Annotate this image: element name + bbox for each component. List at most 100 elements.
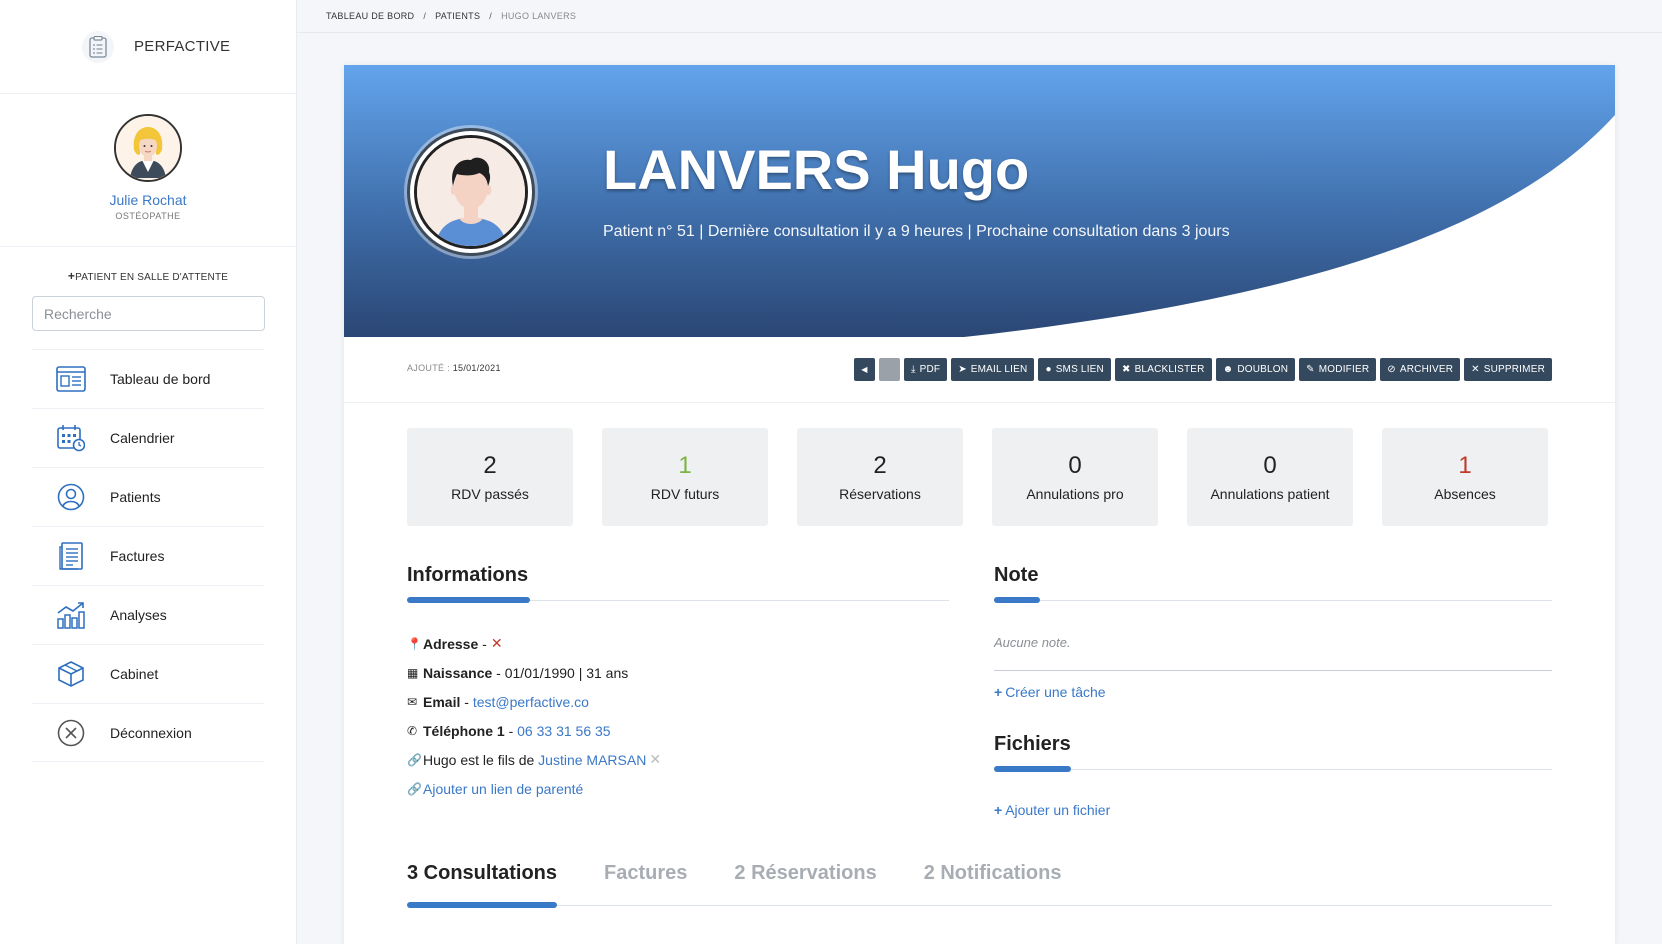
- informations-underline: [407, 597, 530, 603]
- stat-label: RDV futurs: [650, 486, 720, 502]
- sidebar-item-label: Analyses: [110, 607, 167, 623]
- note-empty-text[interactable]: Aucune note.: [994, 635, 1071, 650]
- link-icon: 🔗: [407, 781, 422, 796]
- tab-notifications[interactable]: 2 Notifications: [924, 862, 1062, 885]
- sidebar-item-invoices[interactable]: Factures: [32, 526, 264, 585]
- plus-icon: +: [994, 802, 1003, 818]
- stats-row: 2 RDV passés 1 RDV futurs 2 Réservations 0 A…: [407, 428, 1548, 526]
- brand[interactable]: PERFACTIVE: [0, 0, 296, 94]
- info-birth: ▦ Naissance - 01/01/1990 | 31 ans: [407, 664, 629, 681]
- edit-label: MODIFIER: [1318, 364, 1370, 375]
- email-link-label: EMAIL LIEN: [970, 364, 1028, 375]
- sidebar-item-dashboard[interactable]: Tableau de bord: [32, 349, 264, 408]
- email-link[interactable]: test@perfactive.co: [473, 694, 589, 710]
- phone-label: Téléphone 1: [423, 722, 505, 739]
- address-label: Adresse: [423, 635, 479, 652]
- email-link-button[interactable]: ➤ EMAIL LIEN: [951, 358, 1035, 381]
- delete-button[interactable]: ✕ SUPPRIMER: [1464, 358, 1552, 381]
- color-button[interactable]: [878, 358, 900, 381]
- info-address: 📍 Adresse - ✕: [407, 635, 503, 652]
- blacklist-button[interactable]: ✖ BLACKLISTER: [1114, 358, 1212, 381]
- sidebar-item-label: Calendrier: [110, 430, 175, 446]
- stat-value: 1: [678, 452, 692, 479]
- patient-card: LANVERS Hugo Patient n° 51 | Dernière co…: [344, 65, 1615, 944]
- added-label: AJOUTÉ :: [407, 363, 453, 373]
- sidebar-nav: Tableau de bord Calendrier Patients Fact…: [32, 349, 264, 762]
- breadcrumb-patients[interactable]: PATIENTS: [435, 11, 480, 21]
- breadcrumb-dashboard[interactable]: TABLEAU DE BORD: [326, 11, 414, 21]
- address-missing-icon: ✕: [490, 635, 503, 651]
- tab-invoices[interactable]: Factures: [604, 862, 687, 885]
- note-underline: [994, 597, 1040, 603]
- sidebar-item-patients[interactable]: Patients: [32, 467, 264, 526]
- info-phone: ✆ Téléphone 1 - 06 33 31 56 35: [407, 722, 611, 739]
- breadcrumb-separator: /: [489, 11, 493, 21]
- sidebar-item-calendar[interactable]: Calendrier: [32, 408, 264, 467]
- calendar-icon: [54, 421, 88, 455]
- relation-link[interactable]: Justine MARSAN: [538, 752, 646, 768]
- envelope-icon: ✉: [407, 694, 418, 709]
- action-toolbar: ◀ ⤓ PDF ➤ EMAIL LIEN ● SMS LIEN ✖ BLACKLISTE…: [853, 358, 1552, 381]
- box-icon: [54, 657, 88, 691]
- info-relation: 🔗 Hugo est le fils de Justine MARSAN ✕: [407, 745, 661, 774]
- email-label: Email: [423, 693, 461, 710]
- invoice-icon: [54, 539, 88, 573]
- pencil-icon: ✎: [1306, 364, 1315, 375]
- files-underline: [994, 766, 1071, 772]
- stat-value: 2: [483, 452, 497, 479]
- stat-label: RDV passés: [451, 486, 529, 502]
- comment-icon: ●: [1045, 364, 1052, 375]
- duplicate-button[interactable]: ☻ DOUBLON: [1215, 358, 1296, 381]
- patient-header: LANVERS Hugo Patient n° 51 | Dernière co…: [344, 65, 1615, 337]
- blacklist-label: BLACKLISTER: [1134, 364, 1205, 375]
- search-input[interactable]: [32, 296, 265, 331]
- user-circle-icon: [54, 480, 88, 514]
- stat-reservations: 2 Réservations: [797, 428, 963, 526]
- create-task-link[interactable]: + Créer une tâche: [994, 684, 1106, 700]
- clipboard-list-icon: [82, 30, 114, 63]
- pdf-button[interactable]: ⤓ PDF: [903, 358, 948, 381]
- tab-reservations[interactable]: 2 Réservations: [734, 862, 876, 885]
- stat-value: 0: [1263, 452, 1277, 479]
- files-title: Fichiers: [994, 733, 1071, 755]
- remove-relation-icon[interactable]: ✕: [649, 751, 661, 768]
- avatar[interactable]: [114, 114, 182, 182]
- info-add-relation[interactable]: 🔗 Ajouter un lien de parenté: [407, 774, 661, 803]
- archive-user-icon: ⊘: [1387, 364, 1396, 375]
- plus-icon: +: [67, 269, 76, 283]
- stat-past-appointments: 2 RDV passés: [407, 428, 573, 526]
- edit-button[interactable]: ✎ MODIFIER: [1299, 358, 1377, 381]
- link-icon: 🔗: [407, 752, 422, 767]
- stat-label: Annulations pro: [1026, 486, 1124, 502]
- stat-value: 2: [873, 452, 887, 479]
- added-date-value: 15/01/2021: [452, 363, 501, 373]
- sidebar-item-label: Déconnexion: [110, 724, 192, 741]
- sms-link-button[interactable]: ● SMS LIEN: [1038, 358, 1111, 381]
- stat-patient-cancellations: 0 Annulations patient: [1187, 428, 1353, 526]
- patient-avatar[interactable]: [407, 128, 535, 256]
- tab-consultations[interactable]: 3 Consultations: [407, 862, 557, 885]
- user-name[interactable]: Julie Rochat: [109, 192, 186, 208]
- phone-link[interactable]: 06 33 31 56 35: [517, 723, 610, 739]
- add-file-link[interactable]: + Ajouter un fichier: [994, 802, 1110, 818]
- user-block-icon: ✖: [1121, 364, 1131, 375]
- stat-value: 1: [1458, 452, 1472, 479]
- sidebar-item-logout[interactable]: Déconnexion: [32, 703, 264, 762]
- archive-button[interactable]: ⊘ ARCHIVER: [1380, 358, 1461, 381]
- sidebar-item-label: Factures: [110, 548, 165, 564]
- stat-absences: 1 Absences: [1382, 428, 1548, 526]
- waiting-room-button[interactable]: +PATIENT EN SALLE D'ATTENTE: [0, 269, 296, 283]
- sidebar-item-analytics[interactable]: Analyses: [32, 585, 264, 644]
- add-file-label: Ajouter un fichier: [1005, 802, 1111, 818]
- stat-label: Réservations: [839, 486, 921, 502]
- phone-icon: ✆: [407, 723, 418, 738]
- informations-title: Informations: [407, 564, 529, 586]
- informations-list: 📍 Adresse - ✕ ▦ Naissance - 01/01/1990 |…: [407, 629, 661, 803]
- stat-future-appointments: 1 RDV futurs: [602, 428, 768, 526]
- sidebar-item-cabinet[interactable]: Cabinet: [32, 644, 264, 703]
- add-relation-link[interactable]: Ajouter un lien de parenté: [423, 781, 583, 797]
- create-task-label: Créer une tâche: [1005, 684, 1106, 700]
- prev-button[interactable]: ◀: [853, 358, 875, 381]
- breadcrumb-current: HUGO LANVERS: [501, 11, 577, 21]
- users-icon: ☻: [1222, 364, 1234, 375]
